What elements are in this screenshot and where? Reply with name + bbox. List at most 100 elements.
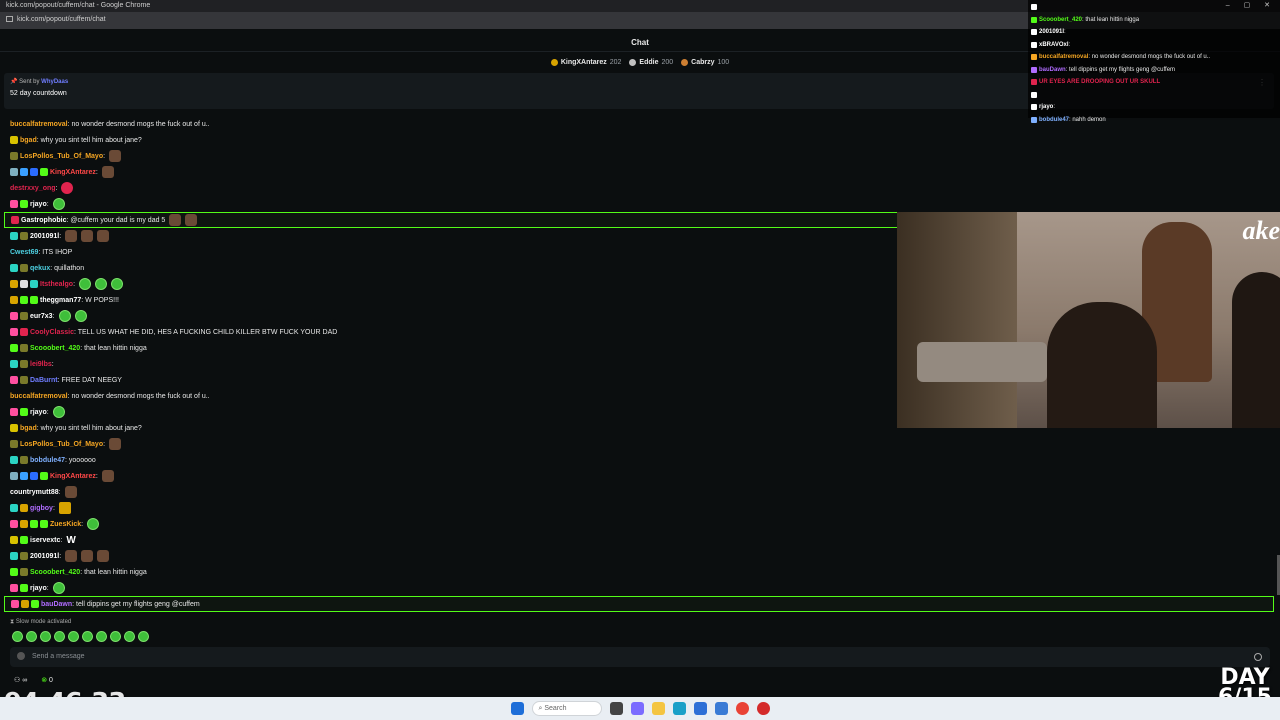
user-badge-icon (10, 136, 18, 144)
message-input[interactable]: Send a message (10, 647, 1270, 667)
quick-emote-icon[interactable] (138, 631, 149, 642)
chat-username[interactable]: KingXAntarez (50, 473, 96, 480)
quick-emote-icon[interactable] (110, 631, 121, 642)
window-controls[interactable]: – ▢ ✕ (1226, 1, 1276, 9)
quick-emote-icon[interactable] (68, 631, 79, 642)
taskbar-search[interactable]: ⌕ Search (531, 701, 602, 716)
viewers-value: 0 (49, 677, 53, 684)
taskview-icon[interactable] (609, 702, 623, 715)
file-explorer-icon[interactable] (651, 702, 665, 715)
leaderboard-item[interactable]: Eddie 200 (629, 55, 673, 69)
chat-icon (17, 652, 25, 660)
leaderboard-item[interactable]: KingXAntarez 202 (550, 55, 621, 69)
quick-emote-icon[interactable] (26, 631, 37, 642)
chat-username[interactable]: LosPollos_Tub_Of_Mayo (20, 441, 103, 448)
chat-username[interactable]: CoolyClassic (30, 329, 74, 336)
chat-username[interactable]: Cwest69 (10, 249, 38, 256)
chat-message: LosPollos_Tub_Of_Mayo: (4, 148, 1274, 164)
chat-text: : that lean hittin nigga (80, 568, 147, 576)
chat-username[interactable]: iservextc (30, 537, 60, 544)
followers-value: ∞ (22, 677, 28, 684)
chat-username[interactable]: 2001091l (30, 233, 59, 240)
pinned-sender[interactable]: WhyDaas (41, 79, 68, 85)
chat-message: bauDawn: tell dippins get my flights gen… (4, 596, 1274, 612)
rank-coin-icon (550, 58, 558, 66)
chat-text: : (95, 168, 98, 176)
quick-emote-icon[interactable] (96, 631, 107, 642)
chat-username[interactable]: buccalfatremoval (10, 393, 68, 400)
chat-text: : (59, 552, 62, 560)
emote-icon (111, 278, 124, 290)
chat-username[interactable]: buccalfatremoval (10, 121, 68, 128)
chat-text: : (51, 360, 54, 368)
emote-icon (97, 230, 110, 242)
quick-emote-icon[interactable] (82, 631, 93, 642)
overlay-chat-message: rjayo: (1031, 101, 1277, 114)
chat-username[interactable]: qekux (30, 265, 50, 272)
leaderboard-name: Eddie (639, 58, 659, 66)
chat-username[interactable]: theggman77 (40, 297, 81, 304)
edge-icon[interactable] (672, 702, 686, 715)
windows-start-icon[interactable] (510, 702, 524, 715)
chat-username[interactable]: bgad (20, 137, 37, 144)
chat-username[interactable]: lei9lbs (30, 361, 52, 368)
chat-username[interactable]: ZuesKick (50, 521, 81, 528)
user-badge-icon (20, 264, 28, 272)
quick-emote-icon[interactable] (124, 631, 135, 642)
chat-text: : yoooooo (65, 456, 96, 464)
emote-icon (58, 310, 71, 322)
user-badge-icon (10, 424, 18, 432)
chat-username[interactable]: Itsthealgo (40, 281, 73, 288)
chat-username[interactable]: bauDawn (41, 601, 72, 608)
emote-icon (87, 518, 100, 530)
chat-username[interactable]: rjayo (30, 201, 47, 208)
chat-username[interactable]: KingXAntarez (50, 169, 96, 176)
stream-chat-overlay: – ▢ ✕ Scooobert_420: that lean hittin ni… (1028, 0, 1280, 123)
chat-username[interactable]: destrxxy_ong (10, 185, 56, 192)
followers-stat[interactable]: ⚇ ∞ (14, 676, 27, 684)
user-badge-icon (20, 328, 28, 336)
chat-username[interactable]: Scooobert_420 (30, 569, 80, 576)
copilot-icon[interactable] (630, 702, 644, 715)
emoji-picker-icon[interactable] (1254, 653, 1262, 661)
pinned-sent-by: Sent by (19, 79, 40, 85)
chrome-icon[interactable] (735, 702, 749, 715)
chat-username[interactable]: rjayo (30, 585, 47, 592)
chat-username[interactable]: bobdule47 (30, 457, 65, 464)
quick-emote-icon[interactable] (40, 631, 51, 642)
viewers-stat[interactable]: ⊗ 0 (41, 676, 53, 684)
overlay-badge-icon (1031, 91, 1037, 98)
emote-icon (109, 438, 122, 450)
quick-emote-icon[interactable] (54, 631, 65, 642)
chat-text: : FREE DAT NEEGY (57, 376, 122, 384)
chat-text: : TELL US WHAT HE DID, HES A FUCKING CHI… (73, 328, 338, 336)
user-badge-icon (20, 408, 28, 416)
slow-mode-text: Slow mode activated (15, 619, 72, 625)
overlay-badge-icon (1031, 116, 1037, 123)
chat-text: : that lean hittin nigga (80, 344, 147, 352)
chat-username[interactable]: rjayo (30, 409, 47, 416)
user-badge-icon (30, 520, 38, 528)
overlay-chat-message: bauDawn: tell dippins get my flights gen… (1031, 64, 1277, 77)
overlay-username: xBRAVOxl (1039, 41, 1069, 48)
chat-username[interactable]: DaBurnt (30, 377, 58, 384)
overlay-username: Scooobert_420 (1039, 16, 1083, 23)
chat-username[interactable]: countrymutt88 (10, 489, 59, 496)
chat-username[interactable]: Scooobert_420 (30, 345, 80, 352)
chat-text: : @cuffem your dad is my dad 5 (66, 216, 166, 224)
chat-username[interactable]: bgad (20, 425, 37, 432)
chat-username[interactable]: 2001091l (30, 553, 59, 560)
record-app-icon[interactable] (756, 702, 770, 715)
chat-username[interactable]: LosPollos_Tub_Of_Mayo (20, 153, 103, 160)
page-icon (6, 16, 13, 23)
user-badge-icon (10, 344, 18, 352)
quick-emote-icon[interactable] (12, 631, 23, 642)
chat-username[interactable]: eur7x3 (30, 313, 53, 320)
emote-icon (81, 550, 94, 562)
leaderboard-item[interactable]: Cabrzy 100 (681, 55, 729, 69)
store-icon[interactable] (693, 702, 707, 715)
app-icon[interactable] (714, 702, 728, 715)
emote-icon (169, 214, 182, 226)
chat-username[interactable]: gigboy (30, 505, 53, 512)
chat-username[interactable]: Gastrophobic (21, 217, 67, 224)
